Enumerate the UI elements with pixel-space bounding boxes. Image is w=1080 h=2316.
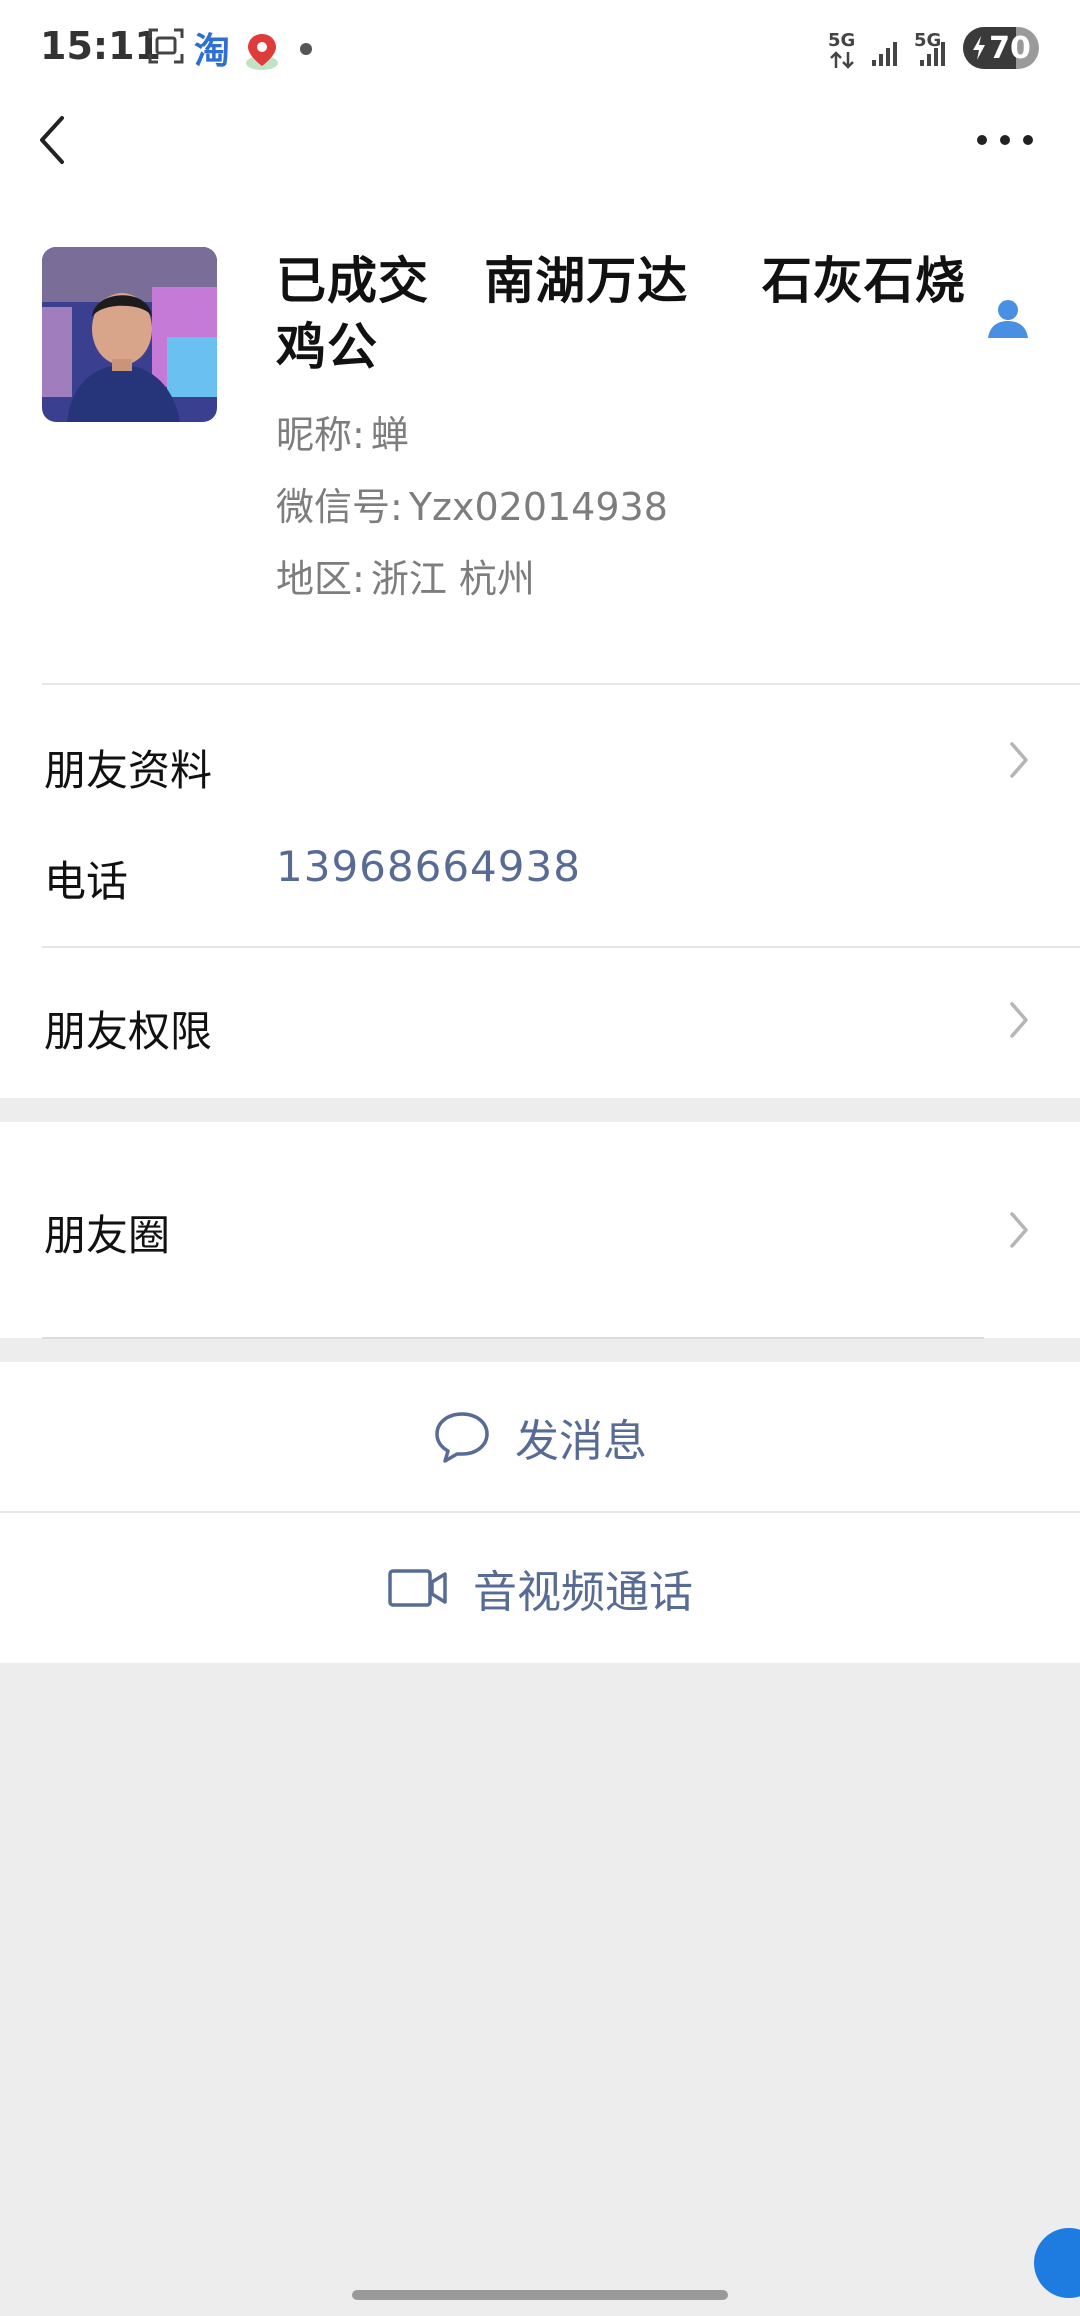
send-message-label: 发消息 bbox=[515, 1416, 647, 1467]
video-camera-icon bbox=[388, 1569, 447, 1607]
divider bbox=[42, 683, 1080, 685]
send-message-button[interactable]: 发消息 bbox=[0, 1362, 1080, 1512]
divider bbox=[42, 946, 1080, 948]
more-dots-icon[interactable] bbox=[970, 118, 1040, 158]
charging-bolt-icon bbox=[973, 36, 986, 60]
moments-row[interactable]: 朋友圈 bbox=[0, 1122, 1080, 1338]
profile-card-background bbox=[0, 0, 1080, 1098]
wechat-id-line: 微信号: Yzx02014938 bbox=[276, 476, 668, 531]
signal-strength-icon bbox=[872, 42, 897, 66]
chat-bubble-icon bbox=[435, 1412, 489, 1463]
phone-number-link[interactable]: 13968664938 bbox=[276, 842, 581, 891]
nickname-line: 昵称: 蝉 bbox=[276, 404, 409, 459]
avatar[interactable] bbox=[42, 247, 217, 422]
home-indicator[interactable] bbox=[352, 2290, 728, 2300]
signal-strength-icon bbox=[920, 42, 945, 66]
taobao-app-icon: 淘 bbox=[194, 31, 231, 72]
status-bar: 15:11 淘 5G 5G 70 bbox=[0, 0, 1080, 96]
chevron-right-icon bbox=[1010, 1002, 1028, 1038]
friend-permissions-row[interactable]: 朋友权限 bbox=[0, 960, 1080, 1080]
chevron-left-icon[interactable] bbox=[30, 110, 80, 170]
friend-info-row[interactable]: 朋友资料 bbox=[0, 700, 1080, 820]
friend-info-label: 朋友资料 bbox=[44, 746, 213, 795]
data-arrows-icon bbox=[830, 51, 854, 69]
floating-chat-bubble[interactable] bbox=[1034, 2228, 1080, 2298]
friend-permissions-label: 朋友权限 bbox=[44, 1007, 213, 1056]
status-time: 15:11 bbox=[40, 24, 161, 68]
chevron-right-icon bbox=[1010, 742, 1028, 778]
video-call-button[interactable]: 音视频通话 bbox=[0, 1513, 1080, 1663]
signal-1-label: 5G bbox=[828, 30, 856, 51]
battery-indicator: 70 bbox=[963, 27, 1039, 69]
contact-name: 已成交 南湖万达 石灰石烧鸡公 bbox=[276, 252, 966, 376]
wechat-id-value: Yzx02014938 bbox=[408, 485, 668, 529]
region-label: 地区: bbox=[276, 557, 365, 601]
chevron-right-icon bbox=[1010, 1212, 1028, 1248]
contact-person-icon[interactable] bbox=[986, 296, 1030, 340]
screen-capture-icon bbox=[148, 28, 184, 64]
battery-level: 70 bbox=[989, 30, 1031, 66]
nickname-value: 蝉 bbox=[370, 413, 409, 457]
region-value: 浙江 杭州 bbox=[370, 557, 535, 601]
phone-label: 电话 bbox=[44, 857, 129, 906]
wechat-id-label: 微信号: bbox=[276, 485, 403, 529]
moments-label: 朋友圈 bbox=[44, 1211, 171, 1260]
divider bbox=[42, 1337, 984, 1339]
map-pin-icon bbox=[246, 34, 278, 70]
region-line: 地区: 浙江 杭州 bbox=[276, 548, 535, 603]
nickname-label: 昵称: bbox=[276, 413, 365, 457]
video-call-label: 音视频通话 bbox=[473, 1567, 693, 1618]
notification-dot bbox=[300, 43, 312, 55]
